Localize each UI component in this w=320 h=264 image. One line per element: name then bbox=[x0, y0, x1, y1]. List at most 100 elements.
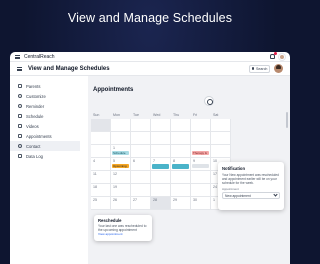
calendar-cell[interactable]: Therapy & Followup bbox=[191, 145, 211, 158]
bell-icon[interactable] bbox=[270, 52, 277, 59]
calendar-cell[interactable] bbox=[191, 171, 211, 184]
sidebar-item-label: Appointments bbox=[26, 133, 52, 139]
search-icon bbox=[252, 67, 254, 70]
hamburger-icon[interactable] bbox=[17, 66, 22, 71]
calendar-cell[interactable]: 11 bbox=[91, 171, 111, 184]
sidebar-item-appointments[interactable]: Appointments bbox=[10, 131, 80, 141]
reschedule-link[interactable]: View appointment bbox=[98, 232, 148, 236]
calendar-grid: 1Schedule Therapy & Followup 4 5Upcoming… bbox=[91, 119, 231, 210]
day-number: 25 bbox=[93, 198, 97, 202]
calendar-cell[interactable] bbox=[171, 132, 191, 145]
day-number: 4 bbox=[93, 159, 95, 163]
sidebar-item-parents[interactable]: Parents bbox=[10, 81, 80, 91]
calendar-cell[interactable] bbox=[151, 171, 171, 184]
calendar-cell[interactable] bbox=[211, 119, 231, 132]
chevron-down-icon bbox=[273, 192, 278, 197]
day-header: Thu bbox=[173, 113, 180, 117]
event-therapy[interactable]: Therapy & Followup bbox=[192, 151, 209, 155]
calendar-cell[interactable] bbox=[191, 184, 211, 197]
calendar-cell[interactable] bbox=[211, 145, 231, 158]
calendar-cell[interactable] bbox=[151, 145, 171, 158]
sidebar-item-label: Reminder bbox=[26, 103, 45, 109]
calendar-cell[interactable] bbox=[111, 132, 131, 145]
appointments-title: Appointments bbox=[93, 87, 134, 93]
day-number: 5 bbox=[113, 159, 115, 163]
calendar-cell[interactable]: 9 bbox=[191, 158, 211, 171]
calendar-cell[interactable]: 6 bbox=[131, 158, 151, 171]
day-number: 1 bbox=[213, 198, 215, 202]
calendar-cell[interactable] bbox=[131, 132, 151, 145]
calendar-cell[interactable]: 5 Upcoming bbox=[111, 158, 131, 171]
scrollbar[interactable] bbox=[286, 112, 288, 128]
user-avatar-small[interactable] bbox=[279, 53, 285, 60]
calendar-cell[interactable]: 19 bbox=[111, 184, 131, 197]
calendar-cell[interactable]: 26 bbox=[111, 197, 131, 210]
day-number: 9 bbox=[193, 159, 195, 163]
day-number: 11 bbox=[93, 172, 97, 176]
day-number: 18 bbox=[93, 185, 97, 189]
calendar-cell[interactable] bbox=[131, 184, 151, 197]
calendar-cell[interactable] bbox=[211, 132, 231, 145]
notification-popup[interactable]: Notification Your New appointment was re… bbox=[218, 162, 284, 210]
calendar-cell[interactable]: 27 bbox=[131, 197, 151, 210]
calendar-cell[interactable]: 30 bbox=[191, 197, 211, 210]
reschedule-popup[interactable]: Reschedule Your last one was rescheduled… bbox=[94, 215, 152, 241]
calendar-cell[interactable] bbox=[151, 119, 171, 132]
reschedule-text: Your last one was rescheduled to the upc… bbox=[98, 224, 147, 232]
phone-icon bbox=[18, 144, 22, 148]
event-bar[interactable] bbox=[172, 164, 189, 169]
day-number: 29 bbox=[173, 198, 177, 202]
user-avatar[interactable] bbox=[274, 64, 283, 73]
sidebar-item-data-log[interactable]: Data Log bbox=[10, 151, 80, 161]
sidebar-item-customize[interactable]: Customize bbox=[10, 91, 80, 101]
appointment-select-value: New appointment bbox=[225, 193, 251, 198]
calendar-cell[interactable] bbox=[171, 119, 191, 132]
sidebar-item-videos[interactable]: Videos bbox=[10, 121, 80, 131]
day-number: 1 bbox=[113, 146, 115, 150]
top-bar: CentralReach bbox=[10, 52, 290, 62]
calendar-cell[interactable] bbox=[131, 171, 151, 184]
sidebar-item-contact[interactable]: Contact bbox=[10, 141, 80, 151]
sidebar-item-schedule[interactable]: Schedule bbox=[10, 111, 80, 121]
event-bar[interactable] bbox=[192, 164, 209, 168]
home-icon bbox=[18, 84, 22, 88]
calendar-cell[interactable] bbox=[171, 171, 191, 184]
day-number: 30 bbox=[193, 198, 197, 202]
calendar-cell[interactable] bbox=[111, 119, 131, 132]
calendar-cell[interactable] bbox=[91, 119, 111, 132]
calendar-cell[interactable] bbox=[91, 132, 111, 145]
calendar-cell[interactable]: 25 bbox=[91, 197, 111, 210]
calendar-cell[interactable]: 29 bbox=[171, 197, 191, 210]
calendar-cell[interactable]: 4 bbox=[91, 158, 111, 171]
calendar-cell[interactable]: 1 Schedule bbox=[111, 145, 131, 158]
menu-icon[interactable] bbox=[15, 54, 20, 59]
appointment-select[interactable]: New appointment bbox=[222, 192, 280, 199]
calendar-cell[interactable]: 28 bbox=[151, 197, 171, 210]
sidebar-item-reminder[interactable]: Reminder bbox=[10, 101, 80, 111]
event-bar[interactable] bbox=[152, 164, 169, 169]
day-number: 8 bbox=[173, 159, 175, 163]
event-schedule[interactable]: Schedule bbox=[112, 151, 129, 155]
calendar-cell[interactable]: 7 bbox=[151, 158, 171, 171]
notification-title: Notification bbox=[222, 166, 246, 171]
calendar-cell[interactable] bbox=[91, 145, 111, 158]
calendar-cell[interactable]: 8 bbox=[171, 158, 191, 171]
event-upcoming[interactable]: Upcoming bbox=[112, 164, 129, 168]
calendar-cell[interactable] bbox=[131, 119, 151, 132]
calendar-cell[interactable]: 18 bbox=[91, 184, 111, 197]
calendar-cell[interactable] bbox=[171, 145, 191, 158]
reschedule-title: Reschedule bbox=[98, 218, 122, 223]
search-button[interactable]: Search bbox=[249, 64, 270, 73]
day-number: 6 bbox=[133, 159, 135, 163]
calendar-cell[interactable] bbox=[191, 119, 211, 132]
calendar-cell[interactable] bbox=[151, 184, 171, 197]
calendar-cell[interactable] bbox=[151, 132, 171, 145]
clock-icon[interactable] bbox=[204, 96, 214, 106]
calendar-cell[interactable] bbox=[131, 145, 151, 158]
gear-icon bbox=[18, 94, 22, 98]
calendar-cell[interactable] bbox=[171, 184, 191, 197]
calendar-cell[interactable]: 12 bbox=[111, 171, 131, 184]
day-number: 24 bbox=[213, 185, 217, 189]
sidebar: Parents Customize Reminder Schedule Vide… bbox=[10, 76, 80, 264]
calendar-cell[interactable] bbox=[191, 132, 211, 145]
